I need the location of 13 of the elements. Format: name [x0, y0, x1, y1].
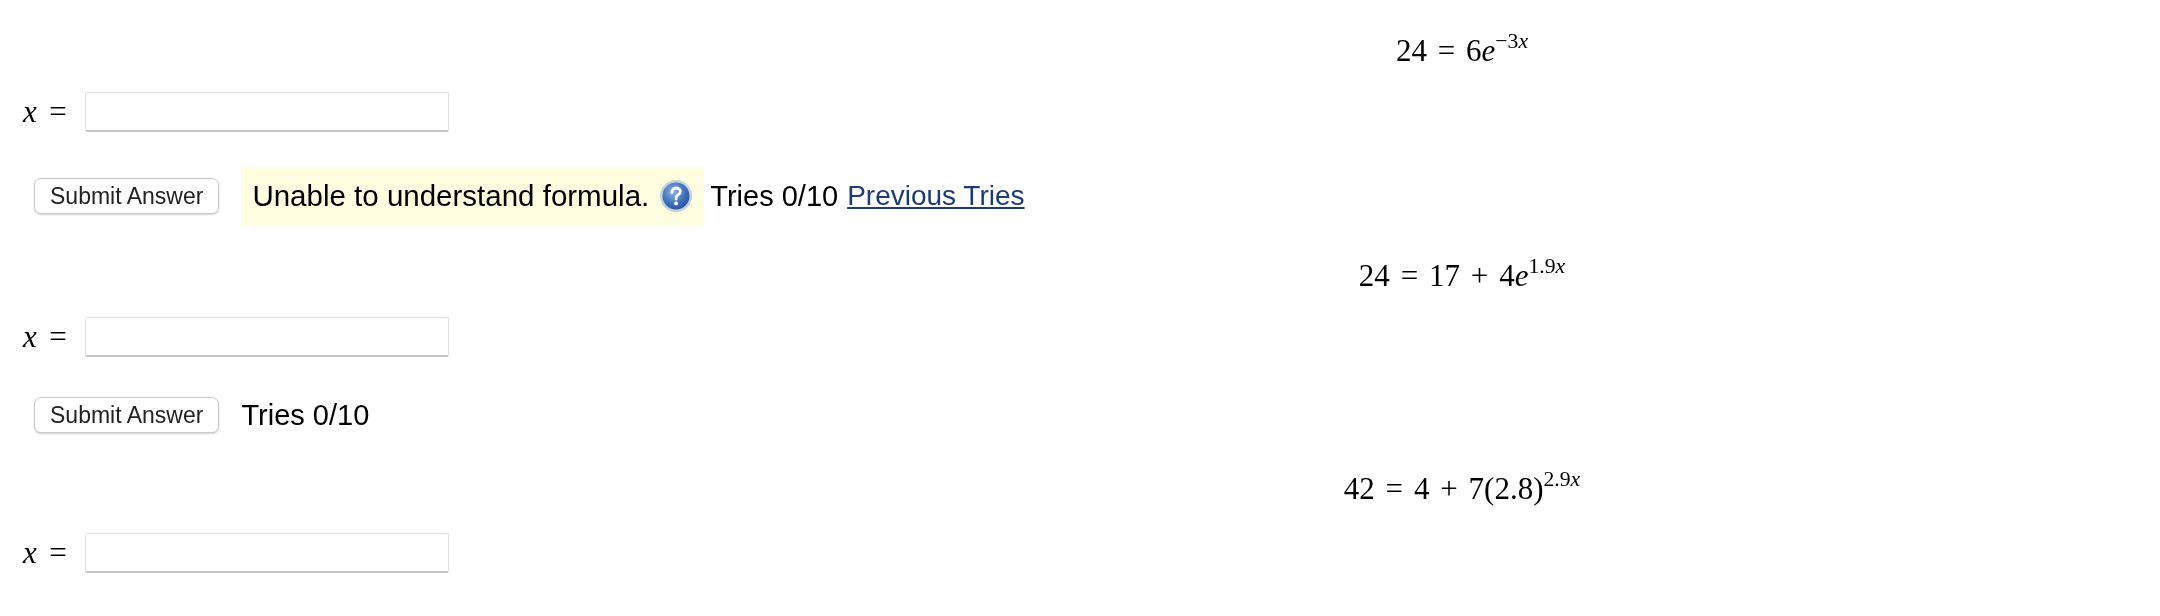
- previous-tries-link[interactable]: Previous Tries: [847, 180, 1025, 212]
- answer-input[interactable]: [84, 317, 449, 357]
- answer-label: x =: [23, 319, 67, 355]
- answer-input[interactable]: [84, 533, 449, 573]
- answer-label: x =: [23, 94, 67, 130]
- answer-label: x =: [23, 535, 67, 571]
- feedback-message: Unable to understand formula.: [252, 179, 650, 213]
- submit-answer-button[interactable]: Submit Answer: [34, 397, 220, 433]
- submit-answer-button[interactable]: Submit Answer: [34, 178, 220, 214]
- help-icon[interactable]: [660, 180, 693, 212]
- tries-count: Tries 0/10: [710, 179, 839, 213]
- answer-input[interactable]: [84, 92, 449, 132]
- tries-count: Tries 0/10: [241, 398, 370, 432]
